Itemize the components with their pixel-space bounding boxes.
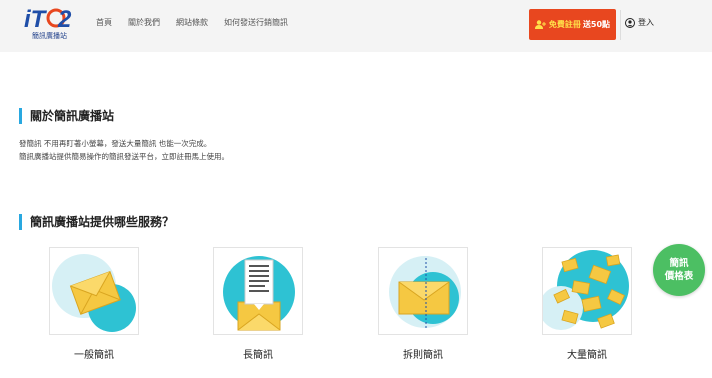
service-card-general[interactable] bbox=[49, 247, 139, 335]
price-badge-line-2: 價格表 bbox=[664, 271, 694, 282]
split-envelope-icon bbox=[389, 256, 461, 328]
service-label-split: 拆則簡訊 bbox=[403, 350, 443, 361]
itc2-logo-icon: iT 2 bbox=[24, 6, 72, 33]
service-card-long[interactable] bbox=[213, 247, 303, 335]
about-line-1: 發簡訊 不用再盯著小螢幕，發送大量簡訊 也能一次完成。 bbox=[19, 139, 212, 148]
site-logo[interactable]: iT 2 簡訊廣播站 bbox=[22, 5, 82, 45]
service-label-bulk: 大量簡訊 bbox=[567, 350, 607, 361]
register-label: 免費註冊 bbox=[548, 20, 581, 29]
svg-text:iT: iT bbox=[24, 6, 48, 33]
logo-subtitle: 簡訊廣播站 bbox=[32, 32, 67, 40]
service-label-general: 一般簡訊 bbox=[74, 350, 114, 361]
main-nav: 首頁 關於我們 網站條款 如何發送行銷簡訊 bbox=[96, 17, 304, 28]
login-link[interactable]: 登入 bbox=[625, 17, 654, 28]
nav-about[interactable]: 關於我們 bbox=[128, 17, 160, 28]
long-message-icon bbox=[223, 256, 295, 331]
about-title: 關於簡訊廣播站 bbox=[19, 108, 114, 124]
price-badge-line-1: 簡訊 bbox=[669, 258, 689, 269]
service-card-split[interactable] bbox=[378, 247, 468, 335]
top-header: iT 2 簡訊廣播站 首頁 關於我們 網站條款 如何發送行銷簡訊 免費註冊 送5… bbox=[0, 0, 712, 52]
about-line-2: 簡訊廣播站提供簡易操作的簡訊發送平台，立即註冊馬上使用。 bbox=[19, 152, 229, 161]
service-label-long: 長簡訊 bbox=[243, 350, 273, 361]
svg-text:2: 2 bbox=[57, 6, 72, 33]
header-divider bbox=[620, 10, 621, 40]
nav-terms[interactable]: 網站條款 bbox=[176, 17, 208, 28]
service-card-bulk[interactable] bbox=[542, 247, 632, 335]
login-label: 登入 bbox=[638, 18, 654, 27]
add-user-icon bbox=[534, 20, 546, 29]
sms-price-list-button[interactable]: 簡訊 價格表 bbox=[653, 244, 705, 296]
nav-how-to-send[interactable]: 如何發送行銷簡訊 bbox=[224, 17, 288, 28]
envelope-icon bbox=[52, 254, 136, 332]
services-title: 簡訊廣播站提供哪些服務？ bbox=[19, 214, 174, 230]
bulk-envelopes-icon bbox=[543, 250, 629, 330]
nav-home[interactable]: 首頁 bbox=[96, 17, 112, 28]
user-circle-icon bbox=[625, 17, 635, 28]
free-register-button[interactable]: 免費註冊 送50點 bbox=[529, 9, 616, 40]
register-bonus-label: 送50點 bbox=[582, 20, 611, 29]
